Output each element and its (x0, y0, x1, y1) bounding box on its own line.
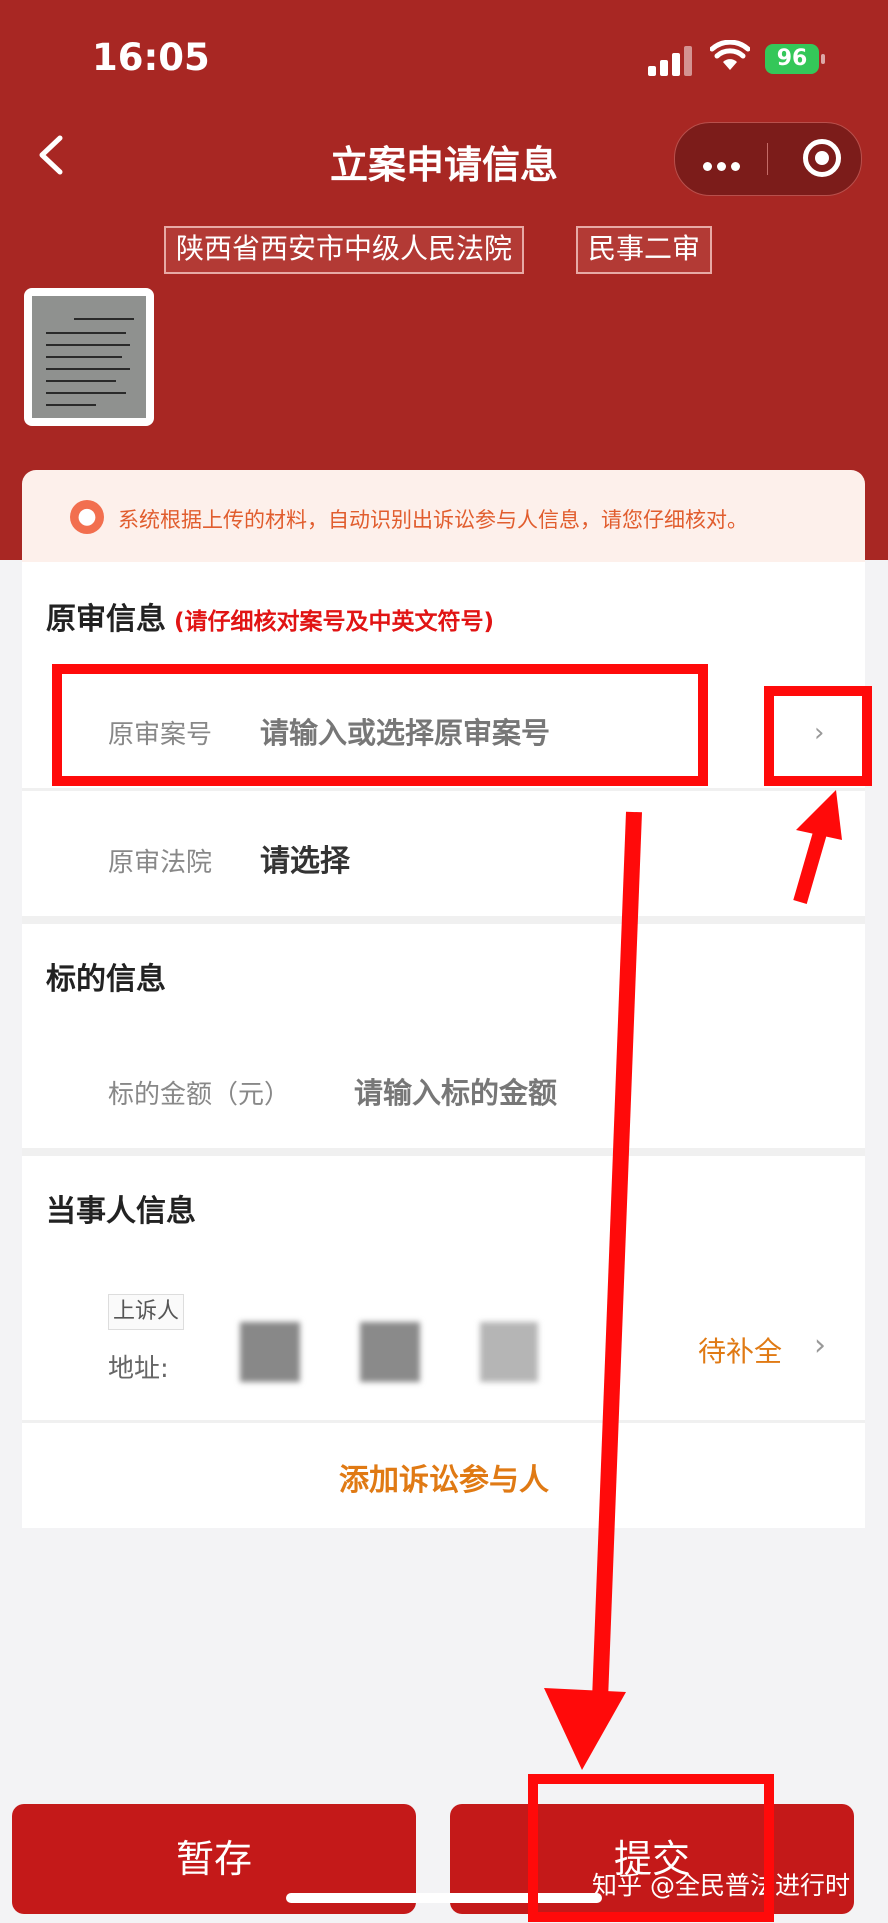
annotation-arrows (544, 790, 842, 1770)
